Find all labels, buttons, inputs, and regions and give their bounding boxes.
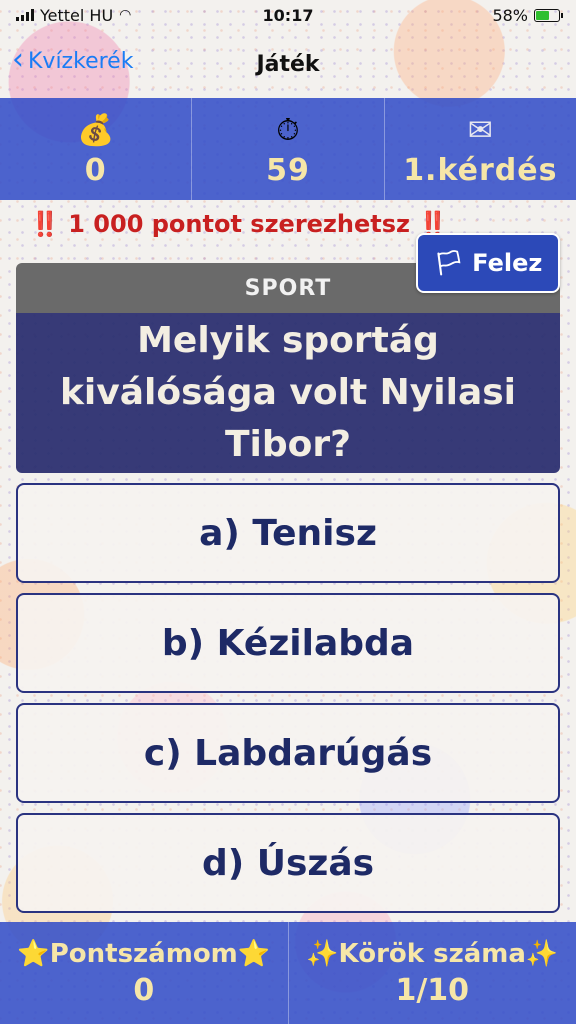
back-label: Kvízkerék [28,49,134,74]
money-stat: 💰 0 [0,98,193,200]
question-text: Melyik sportág kiválósága volt Nyilasi T… [59,319,517,466]
question-number-value: 1.kérdés [403,152,558,188]
answer-option-d[interactable]: d) Úszás [16,813,560,913]
envelope-icon: ✉ [467,112,493,148]
timer-value: 59 [266,152,310,188]
page-title: Játék [256,51,320,77]
stopwatch-icon: ⏱ [276,112,300,148]
answer-option-a[interactable]: a) Tenisz [16,483,560,583]
question-number-stat: ✉ 1.kérdés [385,98,576,200]
stats-bar: 💰 0 ⏱ 59 ✉ 1.kérdés [0,98,576,200]
rounds-label: ✨Körök száma✨ [306,938,559,969]
status-bar: Yettel HU ◠ 10:17 58% [0,0,576,30]
my-score-value: 0 [133,972,155,1008]
money-value: 0 [84,152,107,188]
money-bag-icon: 💰 [76,112,115,148]
halve-label: Felez [472,249,543,277]
battery-percent: 58% [492,5,528,25]
answer-option-b[interactable]: b) Kézilabda [16,593,560,693]
status-right: 58% [492,5,563,25]
chevron-left-icon: ‹ [12,42,24,77]
question-box: Melyik sportág kiválósága volt Nyilasi T… [16,313,560,473]
halve-button[interactable]: 🏳 Felez [416,233,560,293]
rounds-value: 1/10 [395,972,470,1008]
status-time: 10:17 [262,5,314,25]
wifi-icon: ◠ [119,7,132,23]
signal-icon [16,9,34,21]
my-score-label: ⭐Pontszámom⭐ [17,938,271,969]
rounds-stat: ✨Körök száma✨ 1/10 [289,922,576,1024]
my-score-stat: ⭐Pontszámom⭐ 0 [0,922,289,1024]
navigation-bar: ‹ Kvízkerék Játék [0,32,576,96]
carrier-name: Yettel HU [40,5,114,25]
battery-icon [534,8,563,22]
points-promo-text: ‼️ 1 000 pontot szerezhetsz ‼️ [30,210,449,238]
timer-stat: ⏱ 59 [192,98,385,200]
bottom-stats-bar: ⭐Pontszámom⭐ 0 ✨Körök száma✨ 1/10 [0,922,576,1024]
status-left: Yettel HU ◠ [16,6,131,25]
answer-option-c[interactable]: c) Labdarúgás [16,703,560,803]
back-button[interactable]: ‹ Kvízkerék [12,42,134,77]
white-flag-icon: 🏳 [433,249,465,277]
